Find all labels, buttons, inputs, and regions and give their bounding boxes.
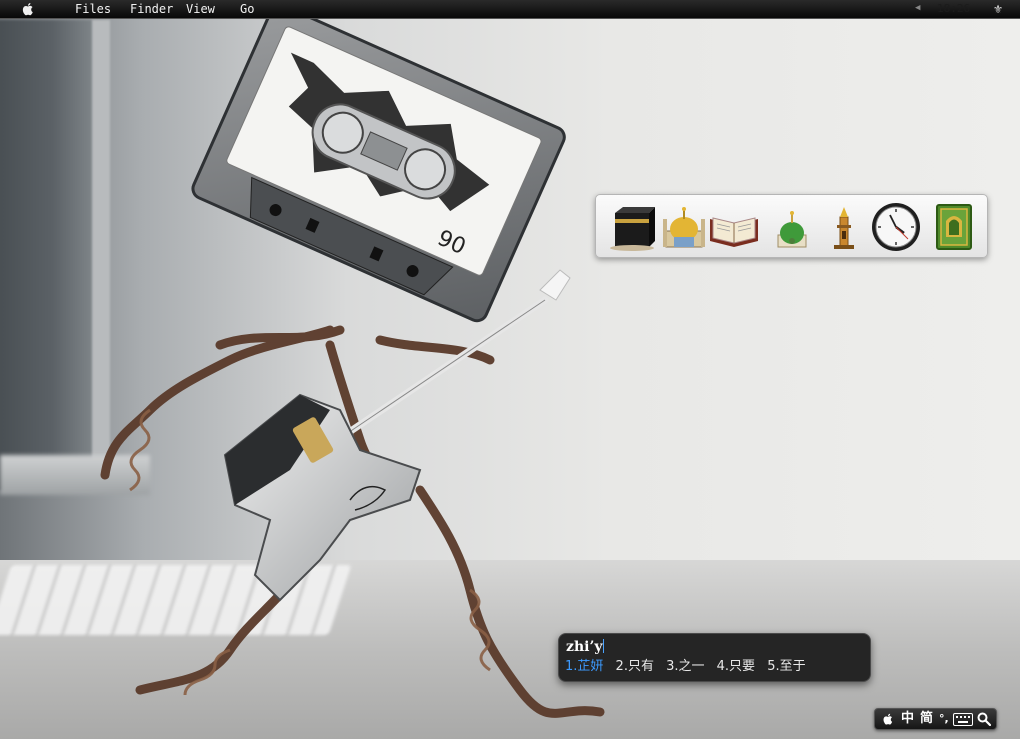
ime-candidate-5[interactable]: 5.至于 bbox=[767, 658, 805, 676]
ime-status-bar: 中 简 °, bbox=[874, 708, 997, 730]
ime-candidate-1[interactable]: 1.芷妍 bbox=[565, 658, 603, 676]
search-icon[interactable] bbox=[977, 712, 991, 726]
ime-mode-toggle[interactable]: 中 bbox=[901, 711, 914, 727]
ime-punctuation-toggle[interactable]: °, bbox=[939, 711, 949, 727]
background-monitor bbox=[0, 20, 110, 490]
fleur-de-lis-icon[interactable]: ⚜ bbox=[990, 2, 1006, 17]
apple-logo-icon[interactable] bbox=[881, 712, 895, 726]
ime-candidate-3[interactable]: 3.之一 bbox=[666, 658, 704, 676]
minaret-icon[interactable] bbox=[818, 201, 870, 253]
mosque-dome-icon[interactable] bbox=[658, 201, 710, 253]
ime-candidate-2[interactable]: 2.只有 bbox=[616, 658, 654, 676]
ime-candidate-list: 1.芷妍 2.只有 3.之一 4.只要 5.至于 bbox=[565, 658, 814, 676]
widget-dock bbox=[595, 194, 988, 258]
menubar-clock[interactable]: 18:26 bbox=[937, 2, 970, 15]
menu-files[interactable]: Files bbox=[75, 2, 111, 16]
background-monitor-stand bbox=[0, 455, 150, 495]
menu-finder[interactable]: Finder bbox=[130, 2, 173, 16]
ime-script-toggle[interactable]: 简 bbox=[920, 711, 933, 727]
apple-logo-icon[interactable] bbox=[20, 1, 36, 17]
prayer-mat-icon[interactable] bbox=[928, 201, 980, 253]
ime-candidate-4[interactable]: 4.只要 bbox=[717, 658, 755, 676]
menu-bar: Files Finder View Go ◀ 18:26 ⚜ bbox=[0, 0, 1020, 19]
svg-text:90: 90 bbox=[434, 226, 470, 260]
clock-icon[interactable] bbox=[870, 201, 922, 253]
green-dome-icon[interactable] bbox=[766, 201, 818, 253]
keyboard-icon[interactable] bbox=[953, 713, 973, 726]
menu-go[interactable]: Go bbox=[240, 2, 254, 16]
menu-view[interactable]: View bbox=[186, 2, 215, 16]
ime-composition: zhi’y bbox=[566, 639, 605, 655]
background-keyboard bbox=[0, 565, 352, 635]
kaaba-icon[interactable] bbox=[606, 201, 658, 253]
quran-book-icon[interactable] bbox=[708, 201, 760, 253]
ime-candidate-window: zhi’y 1.芷妍 2.只有 3.之一 4.只要 5.至于 bbox=[558, 633, 871, 682]
ime-caret bbox=[603, 639, 605, 653]
ime-composition-text: zhi’y bbox=[566, 639, 603, 655]
tray-arrow-icon[interactable]: ◀ bbox=[915, 3, 920, 13]
